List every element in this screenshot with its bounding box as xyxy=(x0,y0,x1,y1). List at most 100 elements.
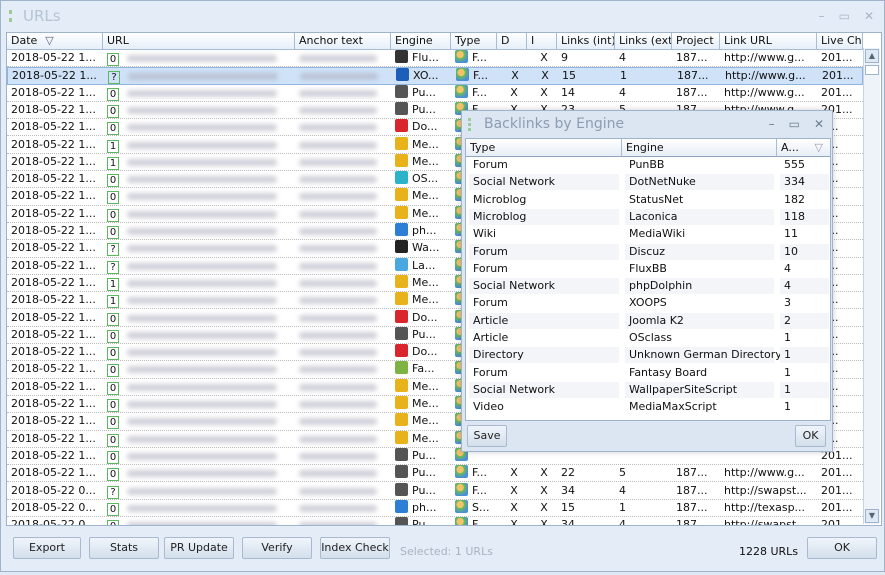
blurred-anchor-text xyxy=(300,73,378,81)
dialog-row[interactable]: Forum Fantasy Board 1 xyxy=(466,365,830,382)
dialog-row[interactable]: Forum Discuz 10 xyxy=(466,243,830,261)
engine-name: Do... xyxy=(412,310,438,324)
cell-d: X xyxy=(497,85,527,102)
dialog-save-button[interactable]: Save xyxy=(467,425,507,447)
dialog-row[interactable]: Social Network WallpaperSiteScript 1 xyxy=(466,381,830,399)
dialog-close-button[interactable]: ✕ xyxy=(814,117,824,131)
pagerank-badge: 1 xyxy=(107,295,119,309)
pr-update-button[interactable]: PR Update xyxy=(164,537,234,559)
table-row[interactable]: 2018-05-22 1... 0 Pu... F... X X 22 5 187... http… xyxy=(7,465,863,483)
ok-button[interactable]: OK xyxy=(807,537,877,559)
cell-date: 2018-05-22 1... xyxy=(7,413,103,430)
scroll-thumb[interactable] xyxy=(865,65,879,75)
column-header-links-int[interactable]: Links (int) xyxy=(557,33,615,50)
table-row[interactable]: 2018-05-22 1...? XO... F... X X 15 1 187... http… xyxy=(7,67,863,85)
pagerank-badge: 0 xyxy=(107,122,119,136)
dialog-maximize-button[interactable]: ▭ xyxy=(789,117,800,131)
table-row[interactable]: 2018-05-22 0... 0 Pu... F... X X 34 4 187... http… xyxy=(7,517,863,525)
cell-i: X xyxy=(527,465,557,482)
maximize-button[interactable]: ▭ xyxy=(839,9,850,23)
type-name: F... xyxy=(473,69,489,83)
cell-amount: 1 xyxy=(784,400,791,414)
proj-value: 187... xyxy=(676,85,708,99)
minimize-button[interactable]: – xyxy=(819,9,825,23)
dialog-row[interactable]: Microblog Laconica 118 xyxy=(466,208,830,226)
dialog-row[interactable]: Social Network phpDolphin 4 xyxy=(466,278,830,295)
table-row[interactable]: 2018-05-22 1... 0 Pu... F... X X 14 4 187... http… xyxy=(7,84,863,102)
column-header-link-url[interactable]: Link URL xyxy=(720,33,817,50)
column-label: D xyxy=(501,34,510,47)
column-header-url[interactable]: URL xyxy=(103,33,295,50)
date-value: 2018-05-22 1... xyxy=(11,189,96,203)
export-button[interactable]: Export xyxy=(13,537,81,559)
cell-engine: Wa... xyxy=(391,240,451,257)
le-value: 5 xyxy=(619,466,626,480)
sort-descending-icon[interactable]: ▽ xyxy=(45,34,53,47)
column-header-engine[interactable]: Engine xyxy=(391,33,451,50)
cell-engine: Do... xyxy=(391,119,451,136)
dialog-row[interactable]: Microblog StatusNet 182 xyxy=(466,192,830,209)
punbb-icon xyxy=(395,84,408,98)
scroll-down-icon[interactable]: ▼ xyxy=(865,509,879,523)
cell-engine: Me... xyxy=(391,274,451,292)
table-row[interactable]: 2018-05-22 1... 0 Flu... F... X 9 4 187... http:… xyxy=(7,50,863,68)
mediawiki-icon xyxy=(395,188,408,202)
column-header-project[interactable]: Project xyxy=(672,33,720,50)
blurred-url xyxy=(127,522,277,525)
date-value: 2018-05-22 1... xyxy=(11,137,96,151)
table-row[interactable]: 2018-05-22 0...? Pu... F... X X 34 4 187... http… xyxy=(7,482,863,500)
blurred-anchor-text xyxy=(299,522,377,525)
pagerank-badge: 1 xyxy=(107,277,119,291)
blurred-url xyxy=(127,210,277,218)
verify-button[interactable]: Verify xyxy=(242,537,312,559)
cell-engine: Me... xyxy=(391,205,451,223)
engine-name: Me... xyxy=(412,206,439,220)
cell-engine: Pu... xyxy=(391,517,451,525)
cell-anchor-text xyxy=(296,68,392,85)
dialog-header-engine[interactable]: Engine xyxy=(622,139,777,157)
cell-anchor-text xyxy=(295,223,391,240)
dialog-row[interactable]: Article Joomla K2 2 xyxy=(466,312,830,330)
punbb-icon xyxy=(395,101,408,115)
index-check-button[interactable]: Index Check xyxy=(320,537,390,559)
column-header-d[interactable]: D xyxy=(497,33,527,50)
dialog-row[interactable]: Wiki MediaWiki 11 xyxy=(466,226,830,243)
stats-button[interactable]: Stats xyxy=(89,537,159,559)
cell-project: 187... xyxy=(672,85,720,102)
dialog-row[interactable]: Social Network DotNetNuke 334 xyxy=(466,174,830,191)
cell-date: 2018-05-22 1... xyxy=(7,310,103,327)
dialog-row[interactable]: Directory Unknown German Directory 1 xyxy=(466,347,830,364)
table-row[interactable]: 2018-05-22 0... 0 ph... S... X X 15 1 187... http… xyxy=(7,499,863,518)
column-header-type[interactable]: Type xyxy=(451,33,497,50)
column-header-live-check[interactable]: Live Che xyxy=(817,33,863,50)
cell-engine: MediaMaxScript xyxy=(629,400,717,414)
sort-descending-icon[interactable]: ▽ xyxy=(815,139,823,156)
column-label: Type xyxy=(455,34,481,47)
dialog-header-amount[interactable]: A... ▽ xyxy=(777,139,830,157)
cell-d: X xyxy=(497,517,527,525)
dialog-minimize-button[interactable]: – xyxy=(769,117,775,131)
cell-type: S... xyxy=(451,499,497,517)
dialog-row[interactable]: Forum PunBB 555 xyxy=(466,157,830,174)
date-value: 2018-05-22 1... xyxy=(11,172,96,186)
dialog-header-type[interactable]: Type xyxy=(466,139,622,157)
column-header-anchor-text[interactable]: Anchor text xyxy=(295,33,391,50)
dialog-row[interactable]: Video MediaMaxScript 1 xyxy=(466,399,830,416)
blurred-anchor-text xyxy=(299,435,377,443)
dialog-row[interactable]: Article OSclass 1 xyxy=(466,330,830,347)
dialog-row[interactable]: Forum FluxBB 4 xyxy=(466,261,830,278)
close-button[interactable]: ✕ xyxy=(864,9,874,23)
link-value: http://texasp... xyxy=(724,500,806,514)
dialog-row[interactable]: Forum XOOPS 3 xyxy=(466,295,830,312)
cell-anchor-text xyxy=(295,413,391,430)
column-header-links-ext[interactable]: Links (ext) xyxy=(615,33,672,50)
scroll-up-icon[interactable]: ▲ xyxy=(865,49,879,63)
cell-engine: Flu... xyxy=(391,50,451,67)
cell-link-url: http://swapst... xyxy=(720,483,817,500)
column-label: Live Che xyxy=(821,34,862,47)
column-header-i[interactable]: I xyxy=(527,33,557,50)
dialog-ok-button[interactable]: OK xyxy=(795,425,826,447)
column-header-date[interactable]: Date ▽ xyxy=(7,33,103,50)
vertical-scrollbar[interactable]: ▲ ▼ xyxy=(863,48,880,524)
cell-live-check: 201... xyxy=(817,50,863,67)
